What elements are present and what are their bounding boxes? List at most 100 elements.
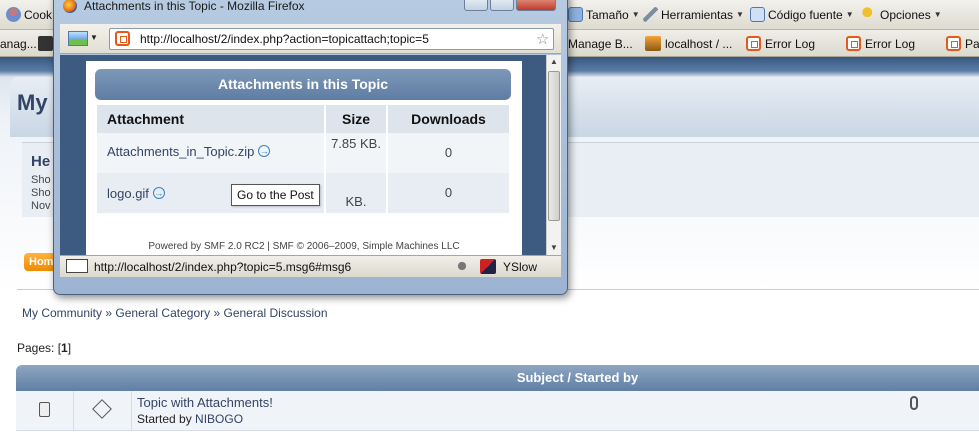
vertical-scrollbar[interactable]: ▲ ▼	[546, 55, 561, 255]
bookmark-label: Pa	[965, 36, 979, 51]
bookmark-item[interactable]: Error Log	[846, 34, 915, 53]
url-input[interactable]	[109, 28, 554, 50]
column-header-size: Size	[326, 105, 388, 133]
powered-by-footer: Powered by SMF 2.0 RC2 | SMF © 2006–2009…	[148, 241, 460, 252]
topic-status-cell	[16, 391, 74, 431]
bookmark-item[interactable]: localhost / ...	[645, 34, 732, 53]
scroll-up-icon[interactable]: ▲	[550, 57, 558, 66]
scrollbar-thumb[interactable]	[548, 71, 560, 221]
maximize-button[interactable]	[490, 0, 514, 11]
size-cell: 7.85 KB.	[326, 133, 388, 173]
key-icon	[862, 7, 877, 22]
hello-text: He	[31, 153, 51, 170]
status-url: http://localhost/2/index.php?topic=5.msg…	[94, 260, 352, 274]
xampp-icon	[846, 36, 861, 51]
go-to-post-icon[interactable]: →	[152, 187, 165, 199]
bookmark-item[interactable]: Manage B...	[568, 34, 633, 53]
column-header-downloads: Downloads	[411, 111, 486, 127]
page-menu-button[interactable]: ▼	[68, 30, 98, 48]
chevron-down-icon: ▼	[90, 33, 98, 42]
codigo-label: Código fuente	[768, 7, 843, 22]
attachments-panel: Attachments in this Topic Attachment Siz…	[86, 61, 522, 255]
topic-subject-link[interactable]: Topic with Attachments!	[137, 395, 273, 410]
tooltip: Go to the Post	[231, 184, 320, 206]
cookies-menu[interactable]: Cook	[6, 7, 52, 22]
message-icon	[92, 399, 112, 419]
topic-icon	[39, 402, 50, 417]
bookmark-label: localhost / ...	[665, 36, 733, 51]
yslow-label[interactable]: YSlow	[503, 260, 537, 274]
cookies-label: Cook	[24, 7, 53, 22]
minimize-button[interactable]	[464, 0, 488, 11]
size-cell: KB.	[326, 173, 388, 213]
popup-content: Attachments in this Topic Attachment Siz…	[60, 55, 546, 255]
status-icon	[66, 259, 88, 273]
message-icon-cell	[74, 391, 132, 431]
close-button[interactable]	[516, 0, 556, 11]
yslow-icon[interactable]	[480, 259, 496, 274]
table-row: Attachments_in_Topic.zip → 7.85 KB. 0	[97, 133, 509, 173]
wrench-icon	[643, 7, 658, 22]
breadcrumb-separator: »	[105, 306, 113, 320]
herramientas-label: Herramientas	[661, 7, 734, 22]
bookmark-label: Error Log	[865, 36, 916, 51]
firefox-icon	[63, 0, 77, 13]
status-bar: http://localhost/2/index.php?topic=5.msg…	[60, 255, 561, 277]
codigo-fuente-menu[interactable]: Código fuente ▼	[750, 7, 854, 22]
community-title: My	[17, 90, 48, 115]
pages-label: Pages:	[17, 341, 55, 355]
herramientas-menu[interactable]: Herramientas ▼	[643, 7, 744, 22]
table-row: Topic with Attachments! Started by NIBOG…	[16, 391, 979, 431]
author-link[interactable]: NIBOGO	[195, 412, 243, 426]
pma-icon	[645, 36, 661, 51]
paperclip-icon	[910, 396, 918, 410]
xampp-icon	[115, 31, 130, 46]
attachment-link[interactable]: logo.gif	[107, 186, 149, 201]
bookmark-label: Error Log	[765, 36, 816, 51]
table-header-row: Attachment Size Downloads	[97, 105, 509, 133]
user-link[interactable]: Sho	[31, 187, 51, 199]
chevron-down-icon: ▼	[736, 10, 744, 19]
url-toolbar: ▼ ☆	[60, 24, 561, 54]
bookmark-label: Manage B...	[568, 36, 633, 51]
opciones-label: Opciones	[880, 7, 931, 22]
breadcrumb-link[interactable]: My Community	[22, 306, 102, 320]
bookmark-item[interactable]: anag...	[0, 34, 37, 53]
tamano-menu[interactable]: Tamaño ▼	[568, 7, 640, 22]
go-to-post-icon[interactable]: →	[258, 145, 271, 157]
breadcrumb-separator: »	[213, 306, 221, 320]
started-by: Started by NIBOGO	[137, 412, 243, 426]
bookmark-item[interactable]: Pa	[946, 34, 979, 53]
popup-window-title: Attachments in this Topic - Mozilla Fire…	[84, 0, 305, 13]
bookmark-item[interactable]: Error Log	[746, 34, 815, 53]
started-by-label: Started by	[137, 412, 192, 426]
panel-title: Attachments in this Topic	[95, 69, 511, 100]
breadcrumb-link[interactable]: General Discussion	[223, 306, 327, 320]
attachment-link[interactable]: Attachments_in_Topic.zip	[107, 144, 254, 159]
resize-icon	[568, 7, 583, 22]
popup-window: Attachments in this Topic - Mozilla Fire…	[53, 0, 568, 295]
scroll-down-icon[interactable]: ▼	[550, 243, 558, 252]
opciones-menu[interactable]: Opciones ▼	[862, 7, 942, 22]
downloads-cell: 0	[444, 185, 453, 200]
breadcrumb-link[interactable]: General Category	[115, 306, 210, 320]
breadcrumb: My Community » General Category » Genera…	[22, 306, 328, 320]
column-header-attachment: Attachment	[97, 105, 326, 133]
attachment-cell: Attachments_in_Topic.zip →	[97, 133, 326, 173]
user-icon	[6, 7, 21, 22]
bookmark-label: anag...	[0, 36, 37, 51]
page-icon	[68, 31, 88, 46]
chevron-down-icon: ▼	[845, 10, 854, 19]
firebug-icon[interactable]	[455, 259, 469, 273]
source-code-icon	[750, 7, 765, 22]
user-date: Nov	[31, 200, 51, 212]
topic-table: Subject / Started by Topic with Attachme…	[16, 365, 979, 431]
table-header[interactable]: Subject / Started by	[16, 365, 979, 391]
bookmark-star-icon[interactable]: ☆	[536, 30, 549, 48]
xampp-icon	[746, 36, 761, 51]
xampp-icon	[946, 36, 961, 51]
pagination: Pages: [1]	[17, 341, 72, 355]
user-link[interactable]: Sho	[31, 174, 51, 186]
bookmark-item[interactable]	[38, 34, 53, 53]
current-page: 1	[61, 341, 68, 355]
